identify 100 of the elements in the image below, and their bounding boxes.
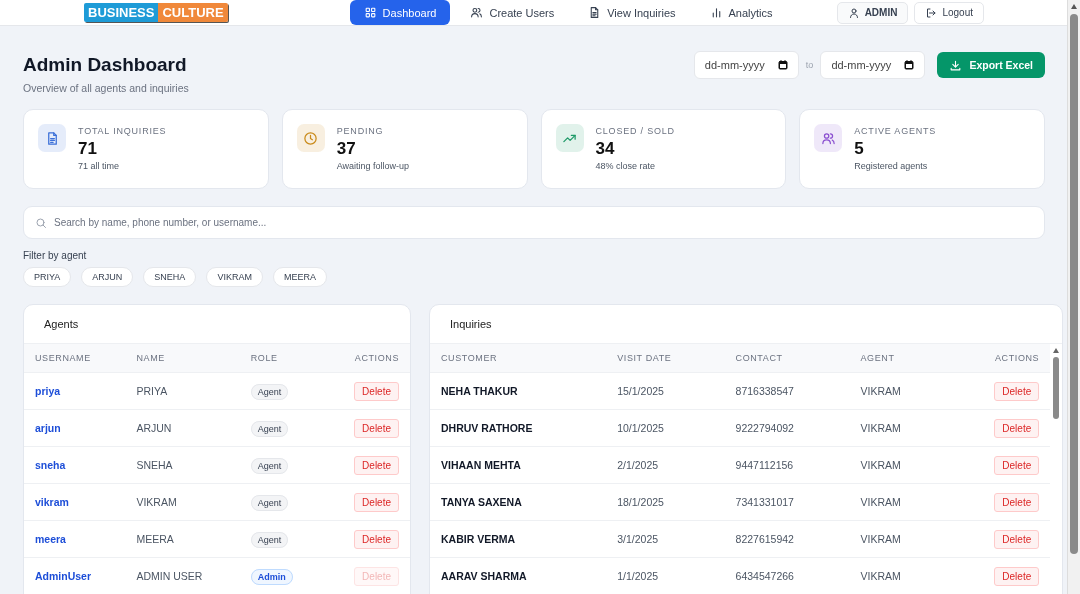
stat-label: TOTAL INQUIRIES [78, 126, 167, 136]
column-header: CONTACT [724, 344, 850, 373]
delete-button[interactable]: Delete [994, 492, 1040, 512]
user-icon [847, 6, 860, 19]
table-cell: 7341331017 [735, 496, 794, 508]
stat-label: ACTIVE AGENTS [854, 126, 937, 136]
table-cell: DHRUV RATHORE [441, 422, 533, 434]
scroll-up-icon[interactable] [1070, 3, 1078, 11]
table-cell: 10/1/2025 [617, 422, 664, 434]
table-cell: VIKRAM [860, 496, 901, 508]
table-cell: 8716338547 [735, 385, 794, 397]
agent-filter-chip[interactable]: SNEHA [143, 267, 197, 287]
table-cell: VIKRAM [860, 533, 901, 545]
column-header: AGENT [849, 344, 947, 373]
table-cell: VIHAAN MEHTA [441, 459, 521, 471]
role-badge: Agent [250, 421, 289, 437]
table-cell: KABIR VERMA [441, 533, 516, 545]
search-icon [35, 217, 47, 229]
delete-button[interactable]: Delete [994, 455, 1040, 475]
delete-button[interactable]: Delete [994, 529, 1040, 549]
table-cell: PRIYA [136, 385, 168, 397]
users-icon [470, 6, 484, 19]
stat-note: Awaiting follow-up [336, 161, 410, 171]
column-header: VISIT DATE [606, 344, 725, 373]
table-cell: 8227615942 [735, 533, 794, 545]
role-badge: Agent [250, 458, 289, 474]
table-cell: VIKRAM [860, 422, 901, 434]
nav-tab[interactable]: Dashboard [349, 0, 451, 25]
agent-filter-chip[interactable]: PRIYA [23, 267, 72, 287]
delete-button[interactable]: Delete [354, 381, 399, 401]
delete-button[interactable]: Delete [354, 455, 399, 475]
calendar-icon [903, 59, 916, 71]
table-cell: VIKRAM [860, 570, 901, 582]
table-cell: AARAV SHARMA [441, 570, 527, 582]
table-cell: ADMIN USER [136, 570, 203, 582]
stat-value: 34 [595, 139, 616, 159]
delete-button[interactable]: Delete [994, 381, 1040, 401]
logout-button[interactable]: Logout [914, 1, 984, 24]
stat-value: 37 [336, 139, 357, 159]
column-header: CUSTOMER [430, 344, 607, 373]
table-cell: VIKRAM [136, 496, 177, 508]
column-header: ROLE [239, 344, 323, 373]
delete-button[interactable]: Delete [994, 566, 1040, 586]
table-cell: 2/1/2025 [617, 459, 659, 471]
table-cell: 3/1/2025 [617, 533, 659, 545]
filter-label: Filter by agent [23, 250, 88, 261]
nav-tab[interactable]: Analytics [695, 0, 787, 25]
users-icon [820, 130, 836, 146]
nav-tab[interactable]: Create Users [456, 0, 569, 25]
username-link[interactable]: priya [35, 385, 61, 397]
table-cell: NEHA THAKUR [441, 385, 518, 397]
stat-value: 71 [78, 139, 98, 159]
username-link[interactable]: meera [35, 533, 66, 545]
table-cell: MEERA [136, 533, 174, 545]
role-badge: Admin [250, 569, 293, 585]
stat-note: 71 all time [78, 161, 121, 171]
table-cell: TANYA SAXENA [441, 496, 522, 508]
agent-filter-chip[interactable]: ARJUN [81, 267, 134, 287]
column-header: ACTIONS [946, 344, 1051, 373]
agent-filter-chip[interactable]: MEERA [272, 267, 327, 287]
delete-button[interactable]: Delete [994, 418, 1040, 438]
stat-note: Registered agents [854, 161, 929, 171]
stat-note: 48% close rate [595, 161, 657, 171]
stat-value: 5 [854, 139, 865, 159]
role-badge: Agent [250, 384, 289, 400]
table-cell: VIKRAM [860, 385, 901, 397]
table-cell: 15/1/2025 [617, 385, 664, 397]
table-cell: 1/1/2025 [617, 570, 659, 582]
role-badge: Agent [250, 495, 289, 511]
stat-label: CLOSED / SOLD [595, 126, 675, 136]
user-button[interactable]: ADMIN [836, 1, 909, 24]
table-cell: 18/1/2025 [617, 496, 664, 508]
column-header: NAME [125, 344, 240, 373]
stat-label: PENDING [336, 126, 385, 136]
search-field[interactable]: Search by name, phone number, or username... [23, 206, 1045, 239]
page-scrollbar[interactable] [1067, 0, 1080, 594]
delete-button[interactable]: Delete [354, 529, 399, 549]
username-link[interactable]: vikram [35, 496, 69, 508]
delete-button[interactable]: Delete [354, 418, 399, 438]
logout-icon [925, 6, 938, 19]
table-cell: 9447112156 [735, 459, 794, 471]
username-link[interactable]: arjun [35, 422, 61, 434]
page-subtitle: Overview of all agents and inquiries [23, 82, 189, 94]
scroll-up-icon[interactable] [1052, 347, 1061, 355]
username-link[interactable]: sneha [35, 459, 66, 471]
clock-icon [303, 130, 319, 146]
delete-button[interactable]: Delete [354, 492, 399, 512]
column-header: USERNAME [24, 344, 126, 373]
agent-filter-chip[interactable]: VIKRAM [206, 267, 263, 287]
role-badge: Agent [250, 532, 289, 548]
table-cell: VIKRAM [860, 459, 901, 471]
grid-icon [363, 6, 377, 19]
date-field[interactable]: dd-mm-yyyy [693, 51, 799, 79]
nav-tab[interactable]: View Inquiries [574, 0, 690, 25]
column-header: ACTIONS [322, 344, 410, 373]
date-field[interactable]: dd-mm-yyyy [820, 51, 926, 79]
table-cell: 6434547266 [735, 570, 794, 582]
export-button[interactable]: Export Excel [937, 52, 1045, 78]
page-title: Admin Dashboard [23, 54, 188, 76]
range-separator: to [805, 60, 814, 70]
